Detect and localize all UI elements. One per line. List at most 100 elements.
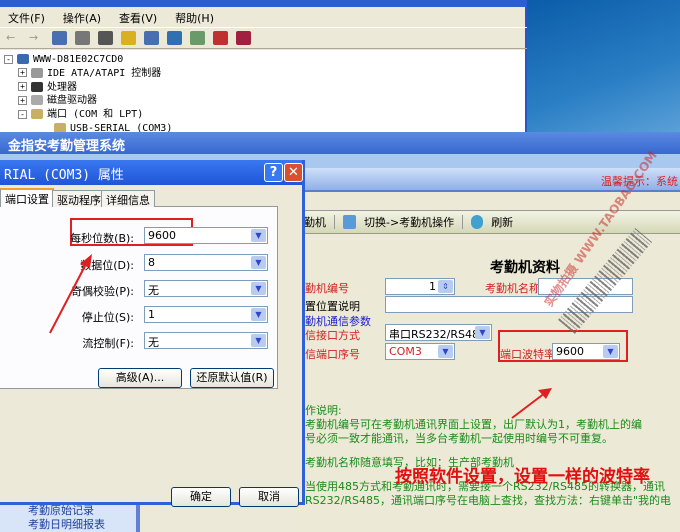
menu-file[interactable]: 文件(F) bbox=[8, 10, 45, 25]
content-toolbar: 勤机 切换->考勤机操作 刷新 bbox=[300, 210, 680, 234]
menu-view[interactable]: 查看(V) bbox=[119, 10, 157, 25]
tree-label: 端口 (COM 和 LPT) bbox=[47, 109, 144, 121]
port-label: 信端口序号 bbox=[305, 348, 360, 361]
field-value: 9600 bbox=[148, 229, 176, 242]
cancel-button[interactable]: 取消 bbox=[239, 487, 299, 507]
expand-icon[interactable]: + bbox=[18, 95, 27, 105]
tree-label: 处理器 bbox=[47, 81, 77, 93]
field-value: 1 bbox=[148, 308, 155, 321]
device-manager-window: 文件(F) 操作(A) 查看(V) 帮助(H) ← → - WWW-D81E02C… bbox=[0, 0, 527, 134]
menu-action[interactable]: 操作(A) bbox=[63, 10, 101, 25]
expand-icon[interactable]: + bbox=[18, 68, 27, 78]
port-value: COM3 bbox=[389, 345, 422, 358]
collapse-icon[interactable]: - bbox=[4, 54, 13, 64]
help-text: 作说明: 考勤机编号可在考勤机通讯界面上设置，出厂默认为1，考勤机上的编 号必须… bbox=[305, 404, 680, 508]
update-driver-icon[interactable] bbox=[190, 31, 205, 45]
separator bbox=[334, 215, 335, 229]
forward-icon[interactable]: → bbox=[29, 31, 44, 45]
left-nav: 考勤原始记录 考勤日明细报表 bbox=[0, 502, 140, 532]
interface-label: 信接口方式 bbox=[305, 329, 360, 342]
print-icon[interactable] bbox=[98, 31, 113, 45]
spinner-icon[interactable]: ⇕ bbox=[438, 280, 453, 293]
restore-defaults-button[interactable]: 还原默认值(R) bbox=[190, 368, 274, 388]
tree-item-processor[interactable]: + 处理器 bbox=[4, 81, 521, 95]
tree-item-disk[interactable]: + 磁盘驱动器 bbox=[4, 94, 521, 108]
machine-no-label: 勤机编号 bbox=[305, 282, 349, 295]
com3-properties-dialog: RIAL (COM3) 属性 ? ✕ 端口设置 驱动程序 详细信息 每秒位数(B… bbox=[0, 160, 305, 507]
computer-icon bbox=[17, 54, 29, 64]
port-icon bbox=[31, 109, 43, 120]
show-hide-tree-icon[interactable] bbox=[52, 31, 67, 45]
chevron-down-icon[interactable]: ▼ bbox=[251, 308, 266, 321]
tab-port-settings[interactable]: 端口设置 bbox=[0, 188, 54, 207]
data-bits-select[interactable]: 8 ▼ bbox=[144, 254, 268, 271]
machine-name-label: 考勤机名称 bbox=[485, 282, 540, 295]
interface-value: 串口RS232/RS485 bbox=[389, 328, 486, 341]
dialog-title: RIAL (COM3) 属性 bbox=[0, 160, 302, 185]
title-bar bbox=[0, 0, 527, 7]
tree-item-computer[interactable]: - WWW-D81E02C7CD0 bbox=[4, 53, 521, 67]
toolbar-machine[interactable]: 勤机 bbox=[304, 214, 326, 230]
machine-no-value: 1 bbox=[429, 280, 436, 293]
collapse-icon[interactable]: - bbox=[18, 109, 27, 119]
desktop-background bbox=[527, 0, 680, 132]
separator bbox=[462, 215, 464, 229]
nav-item-daily-report[interactable]: 考勤日明细报表 bbox=[0, 516, 136, 531]
field-label: 数据位(D): bbox=[80, 259, 134, 272]
expand-icon[interactable]: + bbox=[18, 82, 27, 92]
back-icon[interactable]: ← bbox=[6, 31, 21, 45]
interface-select[interactable]: 串口RS232/RS485 ▼ bbox=[385, 324, 492, 341]
app-title: 金指安考勤管理系统 bbox=[0, 132, 680, 154]
help-icon[interactable] bbox=[121, 31, 136, 45]
field-label: 流控制(F): bbox=[82, 337, 134, 350]
tree-item-ports[interactable]: - 端口 (COM 和 LPT) bbox=[4, 108, 521, 122]
tab-details[interactable]: 详细信息 bbox=[101, 190, 155, 207]
disk-icon bbox=[31, 95, 43, 106]
tab-driver[interactable]: 驱动程序 bbox=[52, 190, 106, 207]
help-line: 号必须一致才能通讯，当多台考勤机一起使用时编号不可重复。 bbox=[305, 432, 613, 445]
tree-label: 磁盘驱动器 bbox=[47, 95, 97, 107]
chevron-down-icon[interactable]: ▼ bbox=[251, 256, 266, 269]
bps-select[interactable]: 9600 ▼ bbox=[144, 227, 268, 244]
tree-item-ide[interactable]: + IDE ATA/ATAPI 控制器 bbox=[4, 67, 521, 81]
help-line: RS232/RS485，通讯端口序号在电脑上查找，查找方法：右键单击"我的电 bbox=[305, 494, 672, 507]
help-button[interactable]: ? bbox=[264, 163, 283, 182]
toolbar: ← → bbox=[0, 27, 527, 49]
uninstall-icon[interactable] bbox=[213, 31, 228, 45]
help-line: 作说明: bbox=[305, 404, 342, 417]
chevron-down-icon[interactable]: ▼ bbox=[251, 282, 266, 295]
field-label: 每秒位数(B): bbox=[70, 232, 134, 245]
chevron-down-icon[interactable]: ▼ bbox=[251, 229, 266, 242]
stop-bits-select[interactable]: 1 ▼ bbox=[144, 306, 268, 323]
properties-icon[interactable] bbox=[75, 31, 90, 45]
port-select[interactable]: COM3 ▼ bbox=[385, 343, 455, 360]
field-value: 8 bbox=[148, 256, 155, 269]
switch-icon bbox=[343, 215, 356, 229]
view-icon[interactable] bbox=[144, 31, 159, 45]
device-tree: - WWW-D81E02C7CD0 + IDE ATA/ATAPI 控制器 + 处理器… bbox=[0, 50, 525, 134]
baud-value: 9600 bbox=[556, 345, 584, 358]
ok-button[interactable]: 确定 bbox=[171, 487, 231, 507]
flow-control-select[interactable]: 无 ▼ bbox=[144, 332, 268, 349]
tree-label: IDE ATA/ATAPI 控制器 bbox=[47, 67, 162, 79]
toolbar-switch[interactable]: 切换->考勤机操作 bbox=[364, 214, 454, 230]
chevron-down-icon[interactable]: ▼ bbox=[251, 334, 266, 347]
machine-no-input[interactable]: 1 ⇕ bbox=[385, 278, 455, 295]
scan-hardware-icon[interactable] bbox=[167, 31, 182, 45]
processor-icon bbox=[31, 81, 43, 92]
field-value: 无 bbox=[148, 336, 159, 349]
advanced-button[interactable]: 高级(A)... bbox=[98, 368, 182, 388]
chevron-down-icon[interactable]: ▼ bbox=[475, 326, 490, 339]
field-value: 无 bbox=[148, 284, 159, 297]
chevron-down-icon[interactable]: ▼ bbox=[603, 345, 618, 358]
close-button[interactable]: ✕ bbox=[284, 163, 303, 182]
menu-help[interactable]: 帮助(H) bbox=[175, 10, 214, 25]
parity-select[interactable]: 无 ▼ bbox=[144, 280, 268, 297]
help-line: 考勤机编号可在考勤机通讯界面上设置，出厂默认为1，考勤机上的编 bbox=[305, 418, 642, 431]
menu-bar: 文件(F) 操作(A) 查看(V) 帮助(H) bbox=[0, 7, 527, 27]
baud-select[interactable]: 9600 ▼ bbox=[552, 343, 620, 360]
disable-icon[interactable] bbox=[236, 31, 251, 45]
toolbar-refresh[interactable]: 刷新 bbox=[491, 214, 513, 230]
section-title: 考勤机资料 bbox=[490, 260, 560, 276]
chevron-down-icon[interactable]: ▼ bbox=[438, 345, 453, 358]
